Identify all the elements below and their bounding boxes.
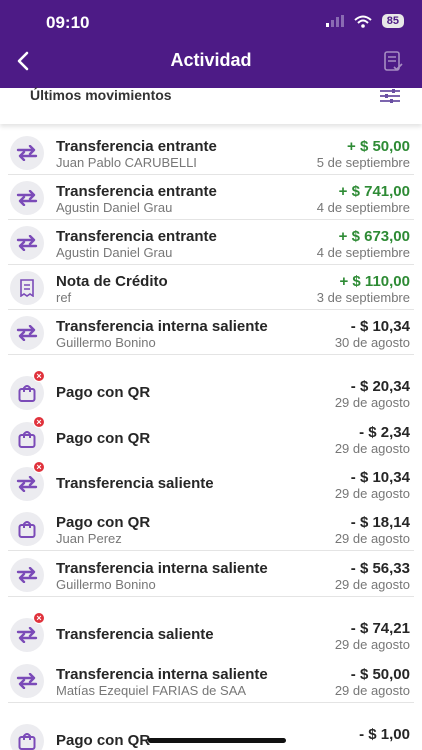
transaction-row[interactable]: Nota de Crédito ref + $ 110,00 3 de septiem… [0, 265, 422, 310]
status-indicators: 85 [325, 14, 404, 28]
transaction-date: 3 de septiembre [316, 290, 410, 305]
transaction-date: 29 de agosto [334, 683, 410, 698]
transaction-row[interactable]: × Pago con QR - $ 2,34 29 de agosto [0, 416, 422, 461]
transaction-title: Nota de Crédito [56, 273, 168, 290]
transaction-row[interactable]: Transferencia interna saliente Matías Eze… [0, 658, 422, 703]
transfer-icon [10, 226, 44, 260]
transaction-amount: - $ 10,34 [350, 318, 410, 335]
home-indicator [148, 738, 286, 743]
transaction-title: Transferencia interna saliente [56, 318, 268, 335]
transaction-date: 29 de agosto [334, 395, 410, 410]
transaction-row[interactable]: × Transferencia saliente - $ 74,21 29 de ag… [0, 612, 422, 657]
transaction-row[interactable]: Transferencia entrante Agustin Daniel Gra… [0, 175, 422, 220]
transaction-row[interactable]: × Transferencia saliente - $ 10,34 29 de ag… [0, 461, 422, 506]
transaction-date: 30 de agosto [334, 335, 410, 350]
transaction-date: 29 de agosto [334, 637, 410, 652]
transaction-counterparty: Juan Perez [56, 531, 122, 546]
transaction-amount: - $ 50,00 [350, 666, 410, 683]
transaction-row[interactable]: Transferencia entrante Juan Pablo CARUBEL… [0, 130, 422, 175]
error-badge-icon: × [33, 416, 45, 428]
transaction-title: Pago con QR [56, 384, 151, 401]
document-check-icon[interactable] [382, 50, 404, 72]
transaction-counterparty: Guillermo Bonino [56, 335, 156, 350]
error-badge-icon: × [33, 370, 45, 382]
transaction-date: 4 de septiembre [316, 200, 410, 215]
transaction-amount: + $ 673,00 [338, 228, 410, 245]
error-badge-icon: × [33, 612, 45, 624]
transaction-amount: + $ 741,00 [338, 183, 410, 200]
row-divider [8, 354, 414, 355]
battery-indicator: 85 [381, 14, 404, 28]
transaction-title: Transferencia entrante [56, 228, 217, 245]
transfer-icon [10, 316, 44, 350]
transaction-amount: + $ 50,00 [347, 138, 410, 155]
transaction-title: Transferencia interna saliente [56, 560, 268, 577]
transfer-icon [10, 181, 44, 215]
transaction-title: Pago con QR [56, 732, 151, 749]
transaction-date: 29 de agosto [334, 531, 410, 546]
transaction-title: Transferencia entrante [56, 183, 217, 200]
transaction-row[interactable]: Pago con QR Juan Perez - $ 18,14 29 de agos… [0, 506, 422, 551]
transaction-counterparty: Agustin Daniel Grau [56, 200, 173, 215]
transfer-icon [10, 558, 44, 592]
row-divider [8, 550, 414, 551]
transaction-amount: - $ 1,00 [359, 726, 410, 743]
transaction-title: Pago con QR [56, 430, 151, 447]
bag-icon [10, 512, 44, 546]
transaction-row[interactable]: × Pago con QR - $ 20,34 29 de agosto [0, 370, 422, 415]
receipt-icon [10, 271, 44, 305]
transaction-amount: - $ 2,34 [359, 424, 410, 441]
transaction-title: Transferencia saliente [56, 475, 214, 492]
row-divider [8, 702, 414, 703]
transaction-date: 29 de agosto [334, 441, 410, 456]
transfer-icon [10, 136, 44, 170]
app-header: 09:10 85 Actividad [0, 0, 422, 88]
error-badge-icon: × [33, 461, 45, 473]
transaction-amount: - $ 20,34 [350, 378, 410, 395]
signal-icon [325, 15, 344, 27]
transaction-counterparty: ref [56, 290, 72, 305]
transaction-counterparty: Juan Pablo CARUBELLI [56, 155, 197, 170]
wifi-icon [354, 15, 372, 28]
section-title: Últimos movimientos [30, 87, 172, 103]
transaction-row[interactable]: Pago con QR - $ 1,00 [0, 718, 422, 750]
bag-icon [10, 724, 44, 750]
transaction-list[interactable]: Transferencia entrante Juan Pablo CARUBEL… [0, 124, 422, 750]
transaction-date: 5 de septiembre [316, 155, 410, 170]
transfer-icon [10, 664, 44, 698]
transaction-amount: - $ 18,14 [350, 514, 410, 531]
transaction-counterparty: Agustin Daniel Grau [56, 245, 173, 260]
transaction-title: Pago con QR [56, 514, 151, 531]
transaction-row[interactable]: Transferencia entrante Agustin Daniel Gra… [0, 220, 422, 265]
transaction-title: Transferencia interna saliente [56, 666, 268, 683]
transaction-date: 4 de septiembre [316, 245, 410, 260]
transaction-amount: - $ 56,33 [350, 560, 410, 577]
transaction-amount: - $ 10,34 [350, 469, 410, 486]
transaction-amount: - $ 74,21 [350, 620, 410, 637]
transaction-date: 29 de agosto [334, 486, 410, 501]
transaction-row[interactable]: Transferencia interna saliente Guillermo … [0, 552, 422, 597]
transaction-date: 29 de agosto [334, 577, 410, 592]
transaction-row[interactable]: Transferencia interna saliente Guillermo … [0, 310, 422, 355]
status-time: 09:10 [46, 13, 90, 32]
transaction-amount: + $ 110,00 [339, 273, 411, 290]
page-title: Actividad [170, 50, 252, 70]
transaction-counterparty: Matías Ezequiel FARIAS de SAA [56, 683, 247, 698]
row-divider [8, 596, 414, 597]
transaction-title: Transferencia entrante [56, 138, 217, 155]
filter-icon[interactable] [380, 89, 400, 103]
transaction-title: Transferencia saliente [56, 626, 214, 643]
transaction-counterparty: Guillermo Bonino [56, 577, 156, 592]
